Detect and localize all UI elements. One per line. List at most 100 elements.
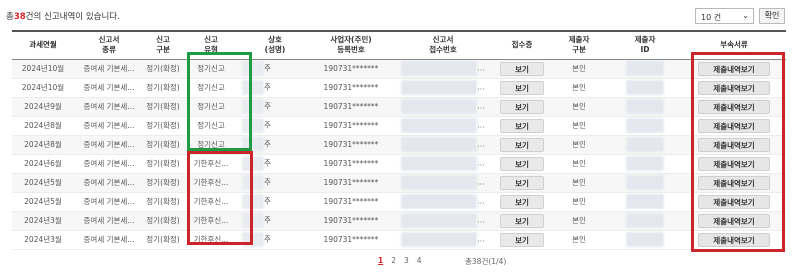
cell-submitter-type-text: 본인	[572, 140, 586, 149]
receipt-view-button[interactable]: 보기	[500, 99, 544, 114]
cell-receipt-number-text: ...	[477, 177, 485, 187]
attachment-view-button-cell: 제출내역보기	[682, 135, 786, 155]
column-header: 접수증	[494, 30, 550, 60]
cell-business-name: 주	[240, 173, 310, 193]
page-size-select[interactable]: 10 건 ⌄	[695, 8, 754, 24]
cell-filing-type-text: 정기신고	[197, 102, 225, 111]
attachment-view-button[interactable]: 제출내역보기	[698, 137, 770, 152]
receipt-view-button[interactable]: 보기	[500, 80, 544, 95]
attachment-view-button[interactable]: 제출내역보기	[698, 213, 770, 228]
cell-receipt-number-text: ...	[477, 120, 485, 130]
receipt-view-button[interactable]: 보기	[500, 194, 544, 209]
page-link[interactable]: 3	[404, 256, 409, 265]
attachment-view-button[interactable]: 제출내역보기	[698, 232, 770, 247]
cell-filing-type-text: 정기신고	[197, 64, 225, 73]
redacted-value	[626, 118, 664, 133]
redacted-value	[242, 156, 264, 171]
cell-filing-type-text: 기한후신...	[193, 178, 229, 187]
cell-receipt-number-text: ...	[477, 139, 485, 149]
column-header: 상호 (성명)	[240, 30, 310, 60]
cell-filing-type-text: 기한후신...	[193, 197, 229, 206]
receipt-view-button-cell: 보기	[494, 116, 550, 136]
cell-submitter-id	[608, 154, 682, 174]
cell-period: 2024년8월	[12, 135, 74, 155]
attachment-view-button[interactable]: 제출내역보기	[698, 194, 770, 209]
cell-submitter-type-text: 본인	[572, 197, 586, 206]
pagination-info: 총38건(1/4)	[465, 257, 507, 266]
cell-registration-number: 190731*******	[310, 230, 392, 250]
cell-business-name: 주	[240, 59, 310, 79]
cell-receipt-number: ...	[392, 173, 494, 193]
cell-business-name: 주	[240, 211, 310, 231]
table-row: 2024년5월 증여세 기본세... 정기(확정) 기한후신... 주 190731***…	[12, 192, 786, 212]
cell-receipt-number-text: ...	[477, 215, 485, 225]
attachment-view-button[interactable]: 제출내역보기	[698, 80, 770, 95]
column-header: 과세연월	[12, 30, 74, 60]
page-link[interactable]: 4	[417, 256, 422, 265]
receipt-view-button[interactable]: 보기	[500, 156, 544, 171]
column-header: 신고 구분	[144, 30, 182, 60]
attachment-view-button[interactable]: 제출내역보기	[698, 118, 770, 133]
cell-filing-type-text: 기한후신...	[193, 159, 229, 168]
cell-filing-category: 정기(확정)	[144, 173, 182, 193]
page-size-value: 10 건	[701, 13, 722, 22]
page-link[interactable]: 1	[378, 256, 383, 265]
redacted-value	[626, 61, 664, 76]
chevron-down-icon: ⌄	[742, 11, 749, 20]
column-header: 부속서류	[682, 30, 786, 60]
cell-submitter-id	[608, 59, 682, 79]
cell-receipt-number-text: ...	[477, 101, 485, 111]
receipt-view-button[interactable]: 보기	[500, 137, 544, 152]
column-header: 제출자 구분	[550, 30, 608, 60]
attachment-view-button-cell: 제출내역보기	[682, 59, 786, 79]
confirm-button[interactable]: 확인	[759, 8, 785, 24]
cell-form-type-text: 증여세 기본세...	[83, 159, 135, 168]
cell-period-text: 2024년8월	[24, 121, 62, 130]
cell-filing-category: 정기(확정)	[144, 230, 182, 250]
cell-filing-category-text: 정기(확정)	[146, 83, 180, 92]
cell-filing-category-text: 정기(확정)	[146, 159, 180, 168]
cell-filing-category-text: 정기(확정)	[146, 178, 180, 187]
cell-form-type: 증여세 기본세...	[74, 59, 144, 79]
attachment-view-button[interactable]: 제출내역보기	[698, 175, 770, 190]
attachment-view-button[interactable]: 제출내역보기	[698, 99, 770, 114]
pagination: 1234	[378, 256, 430, 265]
redacted-value	[626, 232, 664, 247]
cell-submitter-type: 본인	[550, 230, 608, 250]
cell-receipt-number: ...	[392, 211, 494, 231]
page-link[interactable]: 2	[391, 256, 396, 265]
cell-form-type-text: 증여세 기본세...	[83, 178, 135, 187]
cell-registration-number-text: 190731*******	[323, 235, 379, 244]
cell-form-type-text: 증여세 기본세...	[83, 140, 135, 149]
cell-filing-category: 정기(확정)	[144, 59, 182, 79]
cell-receipt-number: ...	[392, 78, 494, 98]
cell-submitter-type-text: 본인	[572, 102, 586, 111]
attachment-view-button[interactable]: 제출내역보기	[698, 156, 770, 171]
cell-filing-category-text: 정기(확정)	[146, 64, 180, 73]
receipt-view-button[interactable]: 보기	[500, 213, 544, 228]
cell-submitter-type: 본인	[550, 59, 608, 79]
redacted-value	[242, 80, 264, 95]
cell-period-text: 2024년10월	[21, 83, 65, 92]
cell-form-type: 증여세 기본세...	[74, 192, 144, 212]
cell-form-type: 증여세 기본세...	[74, 97, 144, 117]
cell-registration-number-text: 190731*******	[323, 121, 379, 130]
table-row: 2024년10월 증여세 기본세... 정기(확정) 정기신고 주 190731*****…	[12, 59, 786, 79]
cell-filing-type: 기한후신...	[182, 211, 240, 231]
cell-form-type-text: 증여세 기본세...	[83, 216, 135, 225]
cell-filing-type: 정기신고	[182, 59, 240, 79]
receipt-view-button[interactable]: 보기	[500, 232, 544, 247]
receipt-view-button[interactable]: 보기	[500, 61, 544, 76]
receipt-view-button[interactable]: 보기	[500, 118, 544, 133]
cell-submitter-id	[608, 173, 682, 193]
total-count-text: 총38건의 신고내역이 있습니다.	[6, 10, 120, 22]
attachment-view-button[interactable]: 제출내역보기	[698, 61, 770, 76]
cell-filing-type: 정기신고	[182, 135, 240, 155]
receipt-view-button[interactable]: 보기	[500, 175, 544, 190]
cell-filing-category: 정기(확정)	[144, 135, 182, 155]
cell-submitter-id	[608, 116, 682, 136]
receipt-view-button-cell: 보기	[494, 59, 550, 79]
redacted-value	[242, 61, 264, 76]
receipt-view-button-cell: 보기	[494, 135, 550, 155]
cell-submitter-type-text: 본인	[572, 178, 586, 187]
